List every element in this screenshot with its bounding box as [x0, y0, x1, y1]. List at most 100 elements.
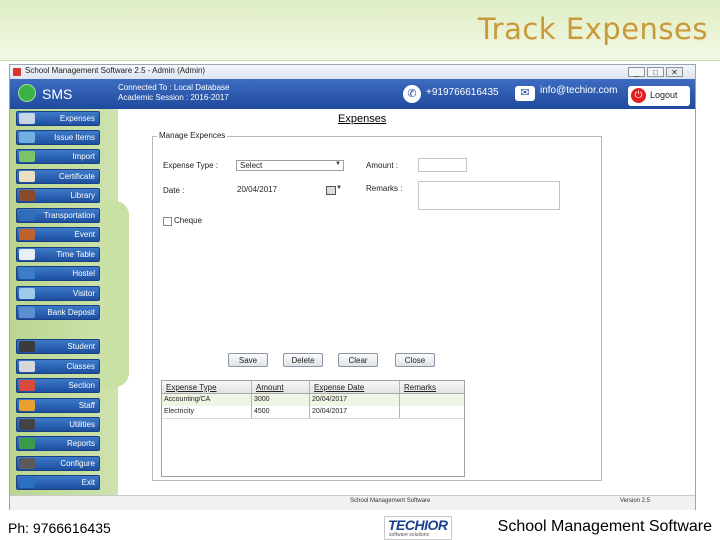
- calendar-icon[interactable]: [326, 186, 336, 195]
- sidebar-item-label: Classes: [66, 362, 95, 371]
- reports-icon: [19, 438, 35, 449]
- column-divider: [399, 381, 400, 393]
- sidebar-item-event[interactable]: Event: [16, 227, 100, 242]
- techior-logo: TECHIOR software solutions: [384, 516, 452, 540]
- sidebar-item-transportation[interactable]: Transportation: [16, 208, 100, 223]
- sidebar-item-label: Expenses: [59, 114, 95, 123]
- sidebar-item-issue-items[interactable]: Issue Items: [16, 130, 100, 145]
- header-phone: +919766616435: [426, 87, 499, 98]
- column-divider: [251, 381, 252, 393]
- page-title: Expenses: [338, 113, 387, 125]
- date-picker[interactable]: 20/04/2017 ▼: [236, 185, 344, 196]
- amount-label: Amount :: [366, 161, 399, 170]
- staff-icon: [19, 400, 35, 411]
- save-label: Save: [238, 356, 258, 365]
- slide-title: Track Expenses: [477, 12, 708, 46]
- table-cell: 3000: [254, 396, 270, 403]
- expense-type-select[interactable]: Select ▼: [236, 160, 344, 171]
- sidebar-item-certificate[interactable]: Certificate: [16, 169, 100, 184]
- expenses-table[interactable]: Expense Type Amount Expense Date Remarks…: [161, 380, 465, 477]
- sidebar-item-import[interactable]: Import: [16, 149, 100, 164]
- sidebar-item-library[interactable]: Library: [16, 188, 100, 203]
- table-header: Expense Type Amount Expense Date Remarks: [162, 381, 464, 394]
- power-icon: ⏻: [631, 88, 646, 103]
- header-email: info@techior.com: [540, 85, 618, 96]
- student-icon: [19, 341, 35, 352]
- sidebar-item-label: Hostel: [72, 269, 95, 278]
- close-window-button[interactable]: ✕: [666, 67, 683, 77]
- sidebar-item-staff[interactable]: Staff: [16, 398, 100, 413]
- sidebar-item-label: Time Table: [56, 250, 95, 259]
- sidebar-item-bank-deposit[interactable]: Bank Deposit: [16, 305, 100, 320]
- sidebar-item-utilities[interactable]: Utilities: [16, 417, 100, 432]
- column-header[interactable]: Amount: [256, 383, 284, 392]
- sidebar-item-time-table[interactable]: Time Table: [16, 247, 100, 262]
- minimize-button[interactable]: _: [628, 67, 645, 77]
- status-app-name: School Management Software: [350, 498, 431, 504]
- sidebar-item-classes[interactable]: Classes: [16, 359, 100, 374]
- sidebar-item-label: Section: [68, 381, 95, 390]
- app-header: SMS Connected To : Local Database Academ…: [10, 79, 695, 109]
- column-header[interactable]: Remarks: [404, 383, 436, 392]
- expense-type-value: Select: [240, 161, 263, 170]
- clock-icon: [19, 249, 35, 260]
- table-cell: 4500: [254, 408, 270, 415]
- sidebar-item-label: Visitor: [72, 289, 95, 298]
- sidebar-item-expenses[interactable]: Expenses: [16, 111, 100, 126]
- sidebar-item-hostel[interactable]: Hostel: [16, 266, 100, 281]
- academic-session: Academic Session : 2016-2017: [118, 93, 229, 102]
- maximize-button[interactable]: □: [647, 67, 664, 77]
- sidebar-item-configure[interactable]: Configure: [16, 456, 100, 471]
- wallet-icon: [19, 113, 35, 124]
- window-titlebar[interactable]: School Management Software 2.5 - Admin (…: [10, 65, 695, 79]
- calendar-chevron-icon[interactable]: ▼: [336, 185, 342, 191]
- clear-button[interactable]: Clear: [338, 353, 378, 367]
- sidebar-item-label: Bank Deposit: [47, 308, 95, 317]
- remarks-input[interactable]: [418, 181, 560, 210]
- sidebar-item-label: Utilities: [69, 420, 95, 429]
- visitor-icon: [19, 288, 35, 299]
- classroom-icon: [19, 361, 35, 372]
- table-cell: Accounting/CA: [164, 396, 211, 403]
- logout-label: Logout: [650, 90, 678, 100]
- table-cell: 20/04/2017: [312, 396, 348, 403]
- import-icon: [19, 151, 35, 162]
- table-row[interactable]: Electricity 4500 20/04/2017: [162, 406, 464, 419]
- sidebar-item-reports[interactable]: Reports: [16, 436, 100, 451]
- delete-button[interactable]: Delete: [283, 353, 323, 367]
- sidebar-item-exit[interactable]: Exit: [16, 475, 100, 490]
- sidebar-item-label: Configure: [60, 459, 95, 468]
- sidebar-item-label: Library: [70, 191, 95, 200]
- gear-icon: [19, 458, 35, 469]
- cheque-checkbox[interactable]: [163, 217, 172, 226]
- footer-phone: Ph: 9766616435: [8, 520, 111, 536]
- connection-status: Connected To : Local Database: [118, 83, 230, 92]
- cheque-label: Cheque: [174, 216, 203, 225]
- bus-icon: [19, 210, 35, 221]
- close-button[interactable]: Close: [395, 353, 435, 367]
- save-button[interactable]: Save: [228, 353, 268, 367]
- logout-button[interactable]: ⏻ Logout: [628, 86, 690, 106]
- column-header[interactable]: Expense Date: [314, 383, 364, 392]
- date-label: Date :: [163, 186, 185, 195]
- box-icon: [19, 132, 35, 143]
- amount-input[interactable]: [418, 158, 467, 172]
- sidebar: Expenses Issue Items Import Certificate Libr…: [10, 109, 129, 495]
- sidebar-item-visitor[interactable]: Visitor: [16, 286, 100, 301]
- app-icon: [13, 68, 21, 76]
- app-window: School Management Software 2.5 - Admin (…: [9, 64, 696, 510]
- mail-icon: ✉: [515, 86, 535, 101]
- column-header[interactable]: Expense Type: [166, 383, 217, 392]
- event-icon: [19, 229, 35, 240]
- sidebar-item-label: Exit: [81, 478, 95, 487]
- sidebar-item-label: Staff: [78, 401, 95, 410]
- sidebar-item-section[interactable]: Section: [16, 378, 100, 393]
- status-version: Version 2.5: [620, 498, 651, 504]
- table-cell: Electricity: [164, 408, 194, 415]
- app-name: SMS: [42, 86, 73, 102]
- books-icon: [19, 190, 35, 201]
- sidebar-item-student[interactable]: Student: [16, 339, 100, 354]
- tools-icon: [19, 419, 35, 430]
- sidebar-item-label: Certificate: [58, 172, 95, 181]
- status-bar: School Management Software Version 2.5: [10, 495, 695, 510]
